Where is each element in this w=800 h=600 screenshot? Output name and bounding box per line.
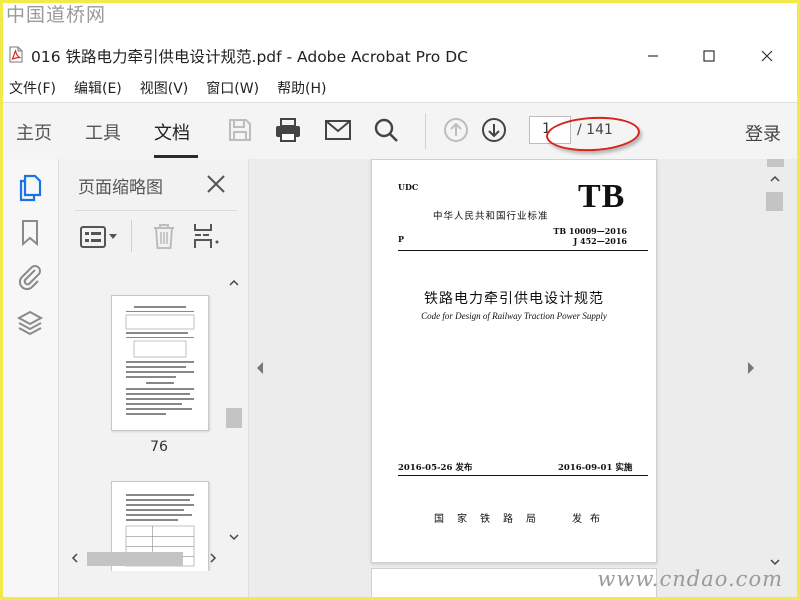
watermark-top: 中国道桥网	[3, 3, 126, 29]
left-navigation-rail	[3, 159, 59, 597]
document-title-english: Code for Design of Railway Traction Powe…	[421, 311, 607, 321]
tab-document[interactable]: 文档	[154, 119, 190, 145]
udc-label: UDC	[398, 182, 419, 192]
document-viewer: UDC TB 中华人民共和国行业标准 TB 10009—2016 J 452—2…	[249, 159, 797, 597]
window-title: 016 铁路电力牵引供电设计规范.pdf - Adobe Acrobat Pro…	[31, 48, 468, 66]
document-vertical-scrollbar[interactable]	[765, 159, 785, 579]
effective-date: 2016-09-01 实施	[558, 463, 633, 473]
layers-button[interactable]	[15, 308, 45, 338]
minimize-icon	[648, 55, 658, 57]
tab-home[interactable]: 主页	[16, 119, 52, 145]
menu-help[interactable]: 帮助(H)	[277, 78, 326, 98]
thumbnail-options-button[interactable]	[79, 224, 121, 250]
publish-label: 发布	[572, 514, 608, 525]
title-bar: 016 铁路电力牵引供电设计规范.pdf - Adobe Acrobat Pro…	[3, 33, 797, 75]
tab-tools[interactable]: 工具	[85, 119, 121, 145]
attachments-button[interactable]	[15, 262, 45, 292]
menu-bar: 文件(F) 编辑(E) 视图(V) 窗口(W) 帮助(H)	[3, 75, 797, 101]
document-title-chinese: 铁路电力牵引供电设计规范	[424, 291, 604, 307]
next-page-icon	[482, 118, 506, 142]
p-label: P	[398, 234, 405, 244]
bookmarks-button[interactable]	[15, 218, 45, 248]
expand-right-panel-arrow-icon[interactable]	[746, 361, 756, 375]
close-window-button[interactable]	[737, 39, 797, 73]
prev-page-icon	[444, 118, 468, 142]
menu-edit[interactable]: 编辑(E)	[74, 78, 122, 98]
pdf-page: UDC TB 中华人民共和国行业标准 TB 10009—2016 J 452—2…	[371, 159, 657, 563]
thumbnail-hscroll-thumb[interactable]	[87, 552, 183, 566]
print-icon	[276, 118, 300, 142]
save-button[interactable]	[225, 115, 255, 145]
save-icon	[229, 119, 251, 141]
delete-icon	[154, 224, 174, 249]
page-thumbnails-button[interactable]	[15, 173, 45, 203]
standard-type: 中华人民共和国行业标准	[433, 211, 549, 222]
thumbnail-scroll-thumb[interactable]	[226, 408, 242, 428]
search-button[interactable]	[371, 115, 401, 145]
next-page-button[interactable]	[479, 115, 509, 145]
document-scroll-thumb[interactable]	[766, 192, 783, 211]
maximize-button[interactable]	[679, 39, 739, 73]
footer-rule	[398, 475, 648, 476]
print-button[interactable]	[273, 115, 303, 145]
login-button[interactable]: 登录	[745, 120, 781, 146]
toolbar-separator	[425, 113, 426, 149]
thumbnail-page-content	[125, 306, 195, 415]
minimize-button[interactable]	[623, 39, 683, 73]
options-menu-icon	[80, 226, 117, 248]
panel-toolbar-separator	[131, 220, 132, 252]
standard-codes: TB 10009—2016 J 452—2016	[552, 226, 627, 246]
thumbnail-page-number: 76	[150, 439, 168, 455]
doc-scroll-arrows-icon	[767, 159, 784, 566]
page-thumbnail[interactable]	[111, 295, 209, 431]
bookmarks-icon	[22, 220, 38, 247]
standard-code-1: TB 10009—2016	[553, 226, 627, 236]
panel-divider	[75, 210, 237, 211]
issue-date: 2016-05-26 发布	[398, 463, 473, 473]
menu-view[interactable]: 视图(V)	[140, 78, 189, 98]
toolbar: 主页 工具 文档 1 / 141 登录	[3, 102, 797, 160]
prev-page-button[interactable]	[441, 115, 471, 145]
layers-icon	[16, 310, 44, 336]
maximize-icon	[703, 50, 715, 62]
issuing-authority: 国家铁路局	[434, 514, 549, 525]
pdf-file-icon	[9, 46, 23, 63]
acrobat-window: 中国道桥网 016 铁路电力牵引供电设计规范.pdf - Adobe Acrob…	[3, 3, 797, 597]
thumbnail-list: 76	[71, 271, 223, 571]
page-thumbnails-panel: 页面缩略图 76	[59, 159, 249, 597]
search-icon	[374, 118, 398, 142]
close-icon	[761, 50, 773, 62]
panel-title: 页面缩略图	[78, 178, 163, 198]
collapse-panel-arrow-icon[interactable]	[255, 361, 265, 375]
insert-page-icon	[194, 224, 219, 248]
insert-page-button[interactable]	[193, 222, 221, 250]
delete-page-button[interactable]	[151, 222, 177, 250]
email-button[interactable]	[323, 115, 353, 145]
tb-standard-logo: TB	[578, 178, 626, 215]
watermark-bottom: www.cndao.com	[597, 567, 783, 591]
active-tab-indicator	[154, 155, 198, 158]
close-icon[interactable]	[205, 173, 227, 195]
attachments-icon	[18, 265, 41, 291]
standard-code-2: J 452—2016	[573, 236, 627, 246]
email-icon	[325, 120, 351, 140]
menu-file[interactable]: 文件(F)	[9, 78, 56, 98]
menu-window[interactable]: 窗口(W)	[206, 78, 259, 98]
header-rule	[398, 250, 648, 251]
page-thumbnails-icon	[19, 174, 42, 202]
